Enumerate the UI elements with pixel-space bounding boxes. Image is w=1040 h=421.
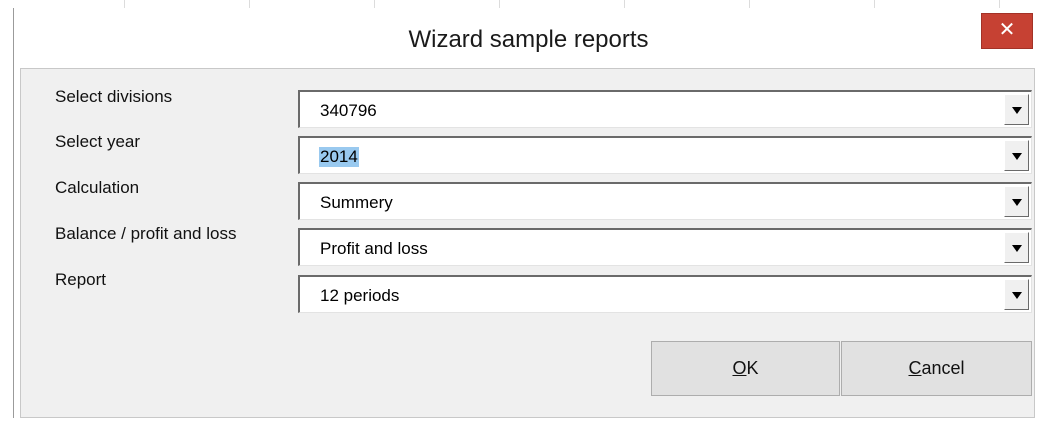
label-report: Report [55,270,107,289]
calculation-combo[interactable]: Summery [298,182,1032,220]
close-icon: ✕ [998,19,1016,41]
label-calculation: Calculation [55,178,140,197]
label-select-year: Select year [55,132,141,151]
ok-button[interactable]: OK [651,341,840,396]
report-combo[interactable]: 12 periods [298,275,1032,313]
wizard-dialog: Wizard sample reports ✕ Select divisions… [13,8,1040,418]
chevron-down-icon [1012,107,1022,114]
balance-profit-loss-combo[interactable]: Profit and loss [298,228,1032,266]
title-bar: Wizard sample reports ✕ [14,8,1040,68]
cancel-label-rest: ancel [921,358,965,378]
report-dropdown-button[interactable] [1004,279,1029,310]
balance-profit-loss-value: Profit and loss [320,239,428,258]
select-divisions-dropdown-button[interactable] [1004,94,1029,125]
dialog-body: Select divisions 340796 Select year 2014… [20,68,1035,418]
cancel-button[interactable]: Cancel [841,341,1032,396]
select-divisions-combo[interactable]: 340796 [298,90,1032,128]
select-year-value: 2014 [319,147,359,167]
calculation-value: Summery [320,193,393,212]
chevron-down-icon [1012,245,1022,252]
label-select-divisions: Select divisions [55,87,173,106]
balance-profit-loss-dropdown-button[interactable] [1004,232,1029,263]
select-divisions-value: 340796 [320,101,377,120]
select-year-combo[interactable]: 2014 [298,136,1032,174]
cancel-accelerator: C [908,358,922,378]
background-ruler [0,0,1040,8]
select-year-dropdown-button[interactable] [1004,140,1029,171]
ok-label-rest: K [746,358,759,378]
ok-accelerator: O [732,358,747,378]
calculation-dropdown-button[interactable] [1004,186,1029,217]
label-balance-profit-loss: Balance / profit and loss [55,224,237,243]
chevron-down-icon [1012,199,1022,206]
chevron-down-icon [1012,292,1022,299]
dialog-title: Wizard sample reports [408,26,649,53]
chevron-down-icon [1012,153,1022,160]
report-value: 12 periods [320,286,400,305]
close-button[interactable]: ✕ [981,13,1033,49]
